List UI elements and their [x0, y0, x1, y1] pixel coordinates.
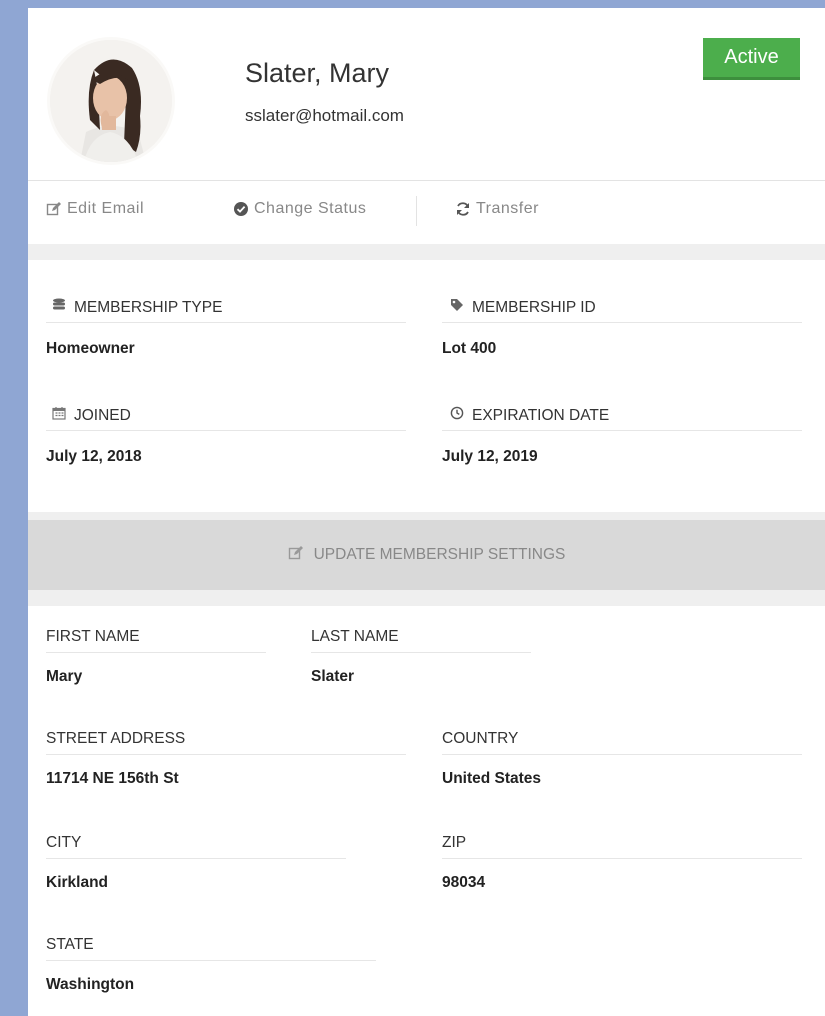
check-circle-icon	[233, 201, 249, 217]
country-value: United States	[442, 770, 542, 787]
last-name-value: Slater	[311, 668, 355, 685]
field-underline	[442, 322, 802, 323]
field-underline	[46, 322, 406, 323]
last-name-label: LAST NAME	[311, 628, 399, 645]
avatar	[50, 40, 172, 162]
joined-value: July 12, 2018	[46, 448, 142, 465]
field-underline	[46, 430, 406, 431]
member-name: Slater, Mary	[245, 58, 390, 88]
change-status-button[interactable]: Change Status	[233, 200, 366, 218]
refresh-icon	[455, 201, 471, 217]
expiration-date-label: EXPIRATION DATE	[450, 406, 609, 425]
tag-icon	[450, 298, 464, 317]
expiration-date-value: July 12, 2019	[442, 448, 538, 465]
member-profile-page: Slater, Mary sslater@hotmail.com Active …	[28, 8, 825, 1016]
joined-label: JOINED	[52, 406, 131, 425]
field-underline	[442, 430, 802, 431]
field-underline	[46, 960, 376, 961]
update-membership-settings-button[interactable]: UPDATE MEMBERSHIP SETTINGS	[28, 520, 825, 590]
transfer-button[interactable]: Transfer	[455, 200, 539, 218]
edit-email-label: Edit Email	[67, 200, 145, 217]
profile-card: Slater, Mary sslater@hotmail.com Active …	[28, 8, 825, 244]
city-value: Kirkland	[46, 874, 109, 891]
zip-label: ZIP	[442, 834, 467, 851]
header-divider	[28, 180, 825, 181]
status-badge: Active	[703, 38, 800, 80]
country-label: COUNTRY	[442, 730, 519, 747]
zip-value: 98034	[442, 874, 486, 891]
membership-type-label: MEMBERSHIP TYPE	[52, 298, 222, 317]
personal-details-card: FIRST NAME Mary LAST NAME Slater STREET …	[28, 606, 825, 1016]
calendar-icon	[52, 406, 66, 425]
edit-email-button[interactable]: Edit Email	[46, 200, 144, 218]
first-name-value: Mary	[46, 668, 83, 685]
pencil-square-icon	[46, 201, 62, 217]
clock-icon	[450, 406, 464, 425]
field-underline	[46, 858, 346, 859]
field-underline	[442, 754, 802, 755]
city-label: CITY	[46, 834, 82, 851]
membership-card: MEMBERSHIP TYPE Homeowner MEMBERSHIP ID …	[28, 260, 825, 512]
street-address-label: STREET ADDRESS	[46, 730, 186, 747]
pencil-square-icon	[288, 545, 304, 566]
member-email: sslater@hotmail.com	[245, 106, 404, 125]
membership-id-value: Lot 400	[442, 340, 497, 357]
field-underline	[46, 652, 266, 653]
state-label: STATE	[46, 936, 94, 953]
field-underline	[46, 754, 406, 755]
field-underline	[311, 652, 531, 653]
membership-id-label: MEMBERSHIP ID	[450, 298, 596, 317]
transfer-label: Transfer	[476, 200, 539, 217]
field-underline	[442, 858, 802, 859]
membership-type-value: Homeowner	[46, 340, 135, 357]
database-icon	[52, 298, 66, 317]
street-address-value: 11714 NE 156th St	[46, 770, 179, 787]
state-value: Washington	[46, 976, 135, 993]
first-name-label: FIRST NAME	[46, 628, 140, 645]
update-membership-settings-label: UPDATE MEMBERSHIP SETTINGS	[313, 546, 566, 563]
change-status-label: Change Status	[254, 200, 367, 217]
action-separator	[416, 196, 417, 226]
